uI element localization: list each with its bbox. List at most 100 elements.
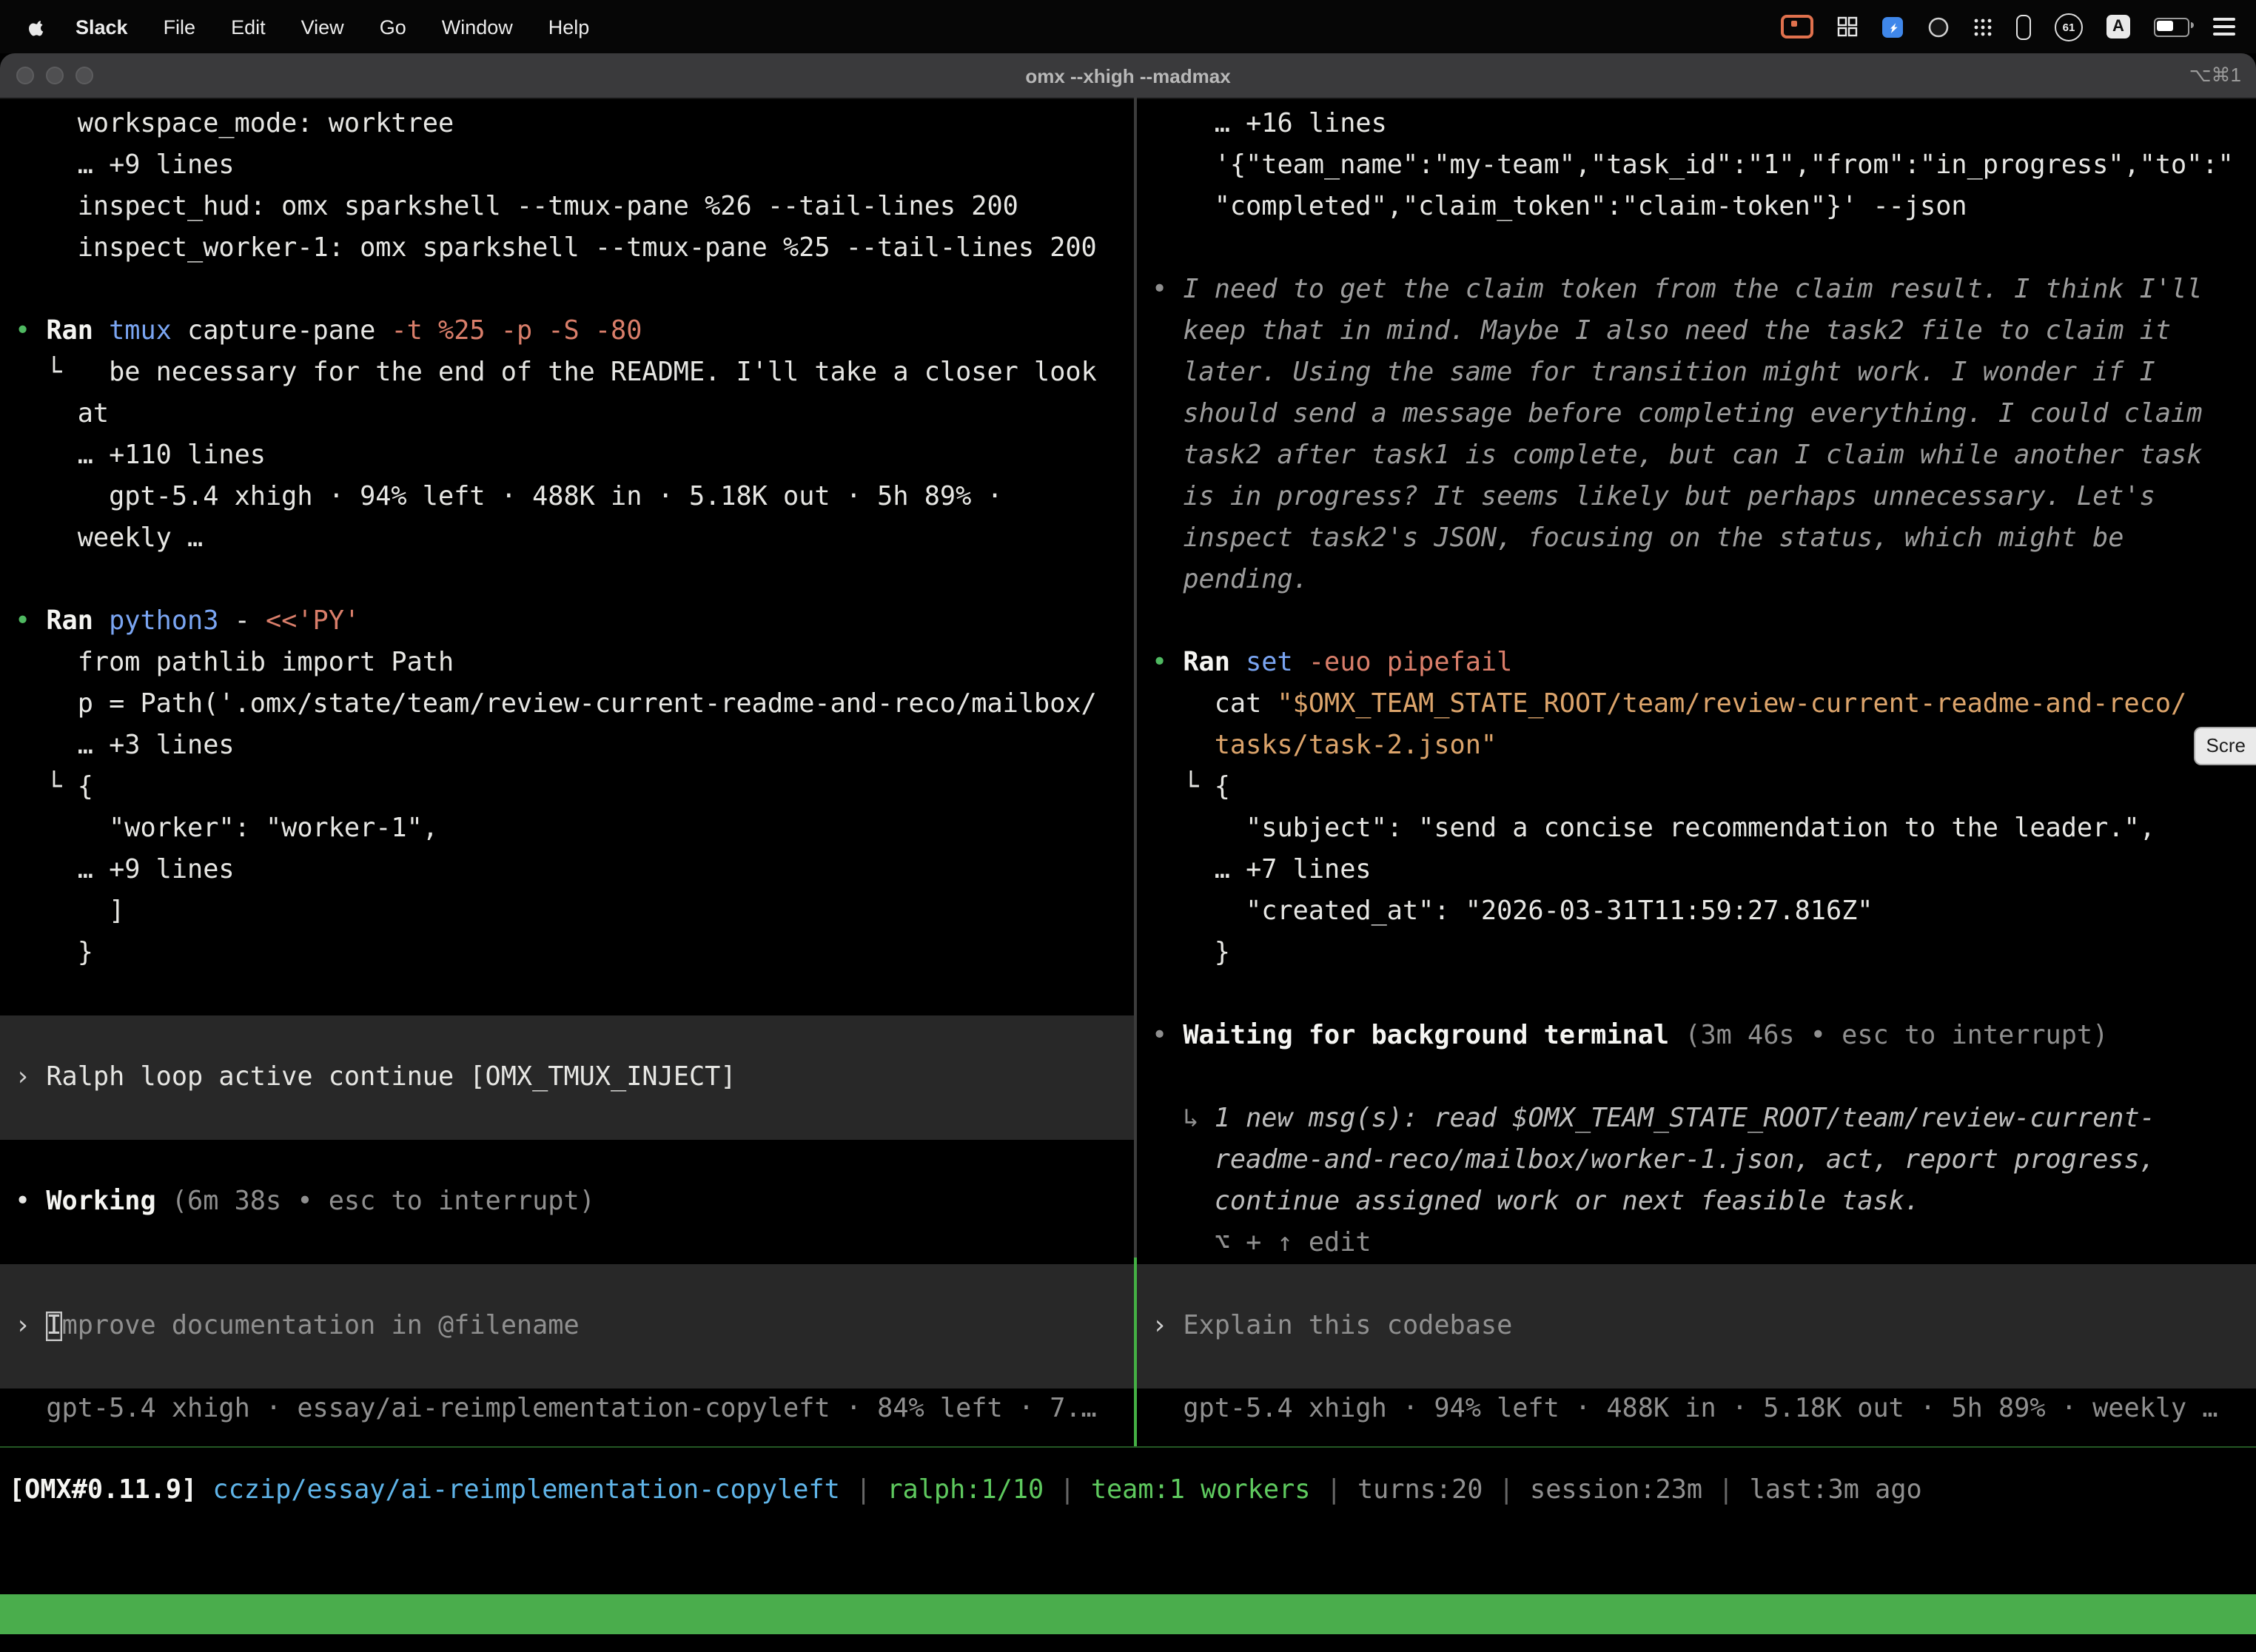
- text-segment: "completed","claim_token":"claim-token"}…: [1152, 192, 1967, 222]
- text-segment: readme-and-reco/mailbox/worker-1.json, a…: [1215, 1146, 2155, 1175]
- text-segment: [OMX#0.11.9]: [9, 1476, 212, 1505]
- terminal-line: workspace_mode: worktree: [0, 104, 1134, 145]
- text-segment: … +7 lines: [1152, 856, 1372, 885]
- input-source-label: A: [2112, 18, 2124, 36]
- menu-lines-icon[interactable]: [2213, 19, 2235, 36]
- terminal-line: readme-and-reco/mailbox/worker-1.json, a…: [1137, 1140, 2256, 1181]
- terminal-line: … +7 lines: [1137, 850, 2256, 891]
- window-grid-icon[interactable]: [1837, 16, 1858, 37]
- text-segment: tmux: [109, 317, 187, 346]
- terminal-blank-line: [0, 269, 1134, 311]
- tmux-pane-left[interactable]: workspace_mode: worktree … +9 lines insp…: [0, 98, 1134, 1446]
- text-segment: … +9 lines: [15, 151, 235, 181]
- apple-menu[interactable]: [24, 16, 58, 38]
- zoom-button[interactable]: [75, 67, 93, 84]
- text-segment: tasks/task-2.json": [1215, 731, 1497, 761]
- text-segment: … +9 lines: [15, 856, 235, 885]
- text-segment: weekly …: [15, 524, 203, 554]
- menu-help[interactable]: Help: [531, 16, 608, 38]
- terminal-line: … +16 lines: [1137, 104, 2256, 145]
- terminal-blank-line: [0, 560, 1134, 601]
- text-segment: Ran: [46, 607, 109, 637]
- text-segment: Ralph loop active continue [OMX_TMUX_INJ…: [46, 1063, 736, 1092]
- text-segment: └ {: [1152, 773, 1230, 802]
- terminal-line: └ {: [1137, 767, 2256, 808]
- text-segment: I: [46, 1312, 61, 1341]
- tmux-status-bar: [omx-cczip0:bash* "MacBook-Pro-44.local"…: [0, 1594, 2256, 1634]
- text-segment: be necessary for the end of the README. …: [109, 358, 1097, 388]
- text-segment: "worker": "worker-1",: [15, 814, 438, 844]
- terminal-line: "subject": "send a concise recommendatio…: [1137, 808, 2256, 850]
- battery-icon[interactable]: [2154, 17, 2189, 36]
- text-segment: •: [15, 317, 46, 346]
- text-segment: … +16 lines: [1152, 110, 1387, 139]
- text-segment: |: [1702, 1476, 1750, 1505]
- terminal-line: later. Using the same for transition mig…: [1137, 352, 2256, 394]
- terminal-blank-line: [0, 1223, 1134, 1264]
- close-button[interactable]: [16, 67, 34, 84]
- terminal-line: ⌥ + ↑ edit: [1137, 1223, 2256, 1264]
- dark-circle-icon[interactable]: [1927, 16, 1950, 38]
- text-segment: inspect_worker-1: omx sparkshell --tmux-…: [15, 234, 1097, 263]
- terminal-line: … +9 lines: [0, 145, 1134, 187]
- text-segment: … +3 lines: [15, 731, 235, 761]
- terminal-line: … +3 lines: [0, 725, 1134, 767]
- text-segment: |: [1310, 1476, 1357, 1505]
- text-segment: |: [840, 1476, 887, 1505]
- terminal-line: gpt-5.4 xhigh · 94% left · 488K in · 5.1…: [1137, 1389, 2256, 1430]
- text-segment: p = Path('.omx/state/team/review-current…: [15, 690, 1097, 719]
- menu-go[interactable]: Go: [362, 16, 424, 38]
- terminal-line: … +9 lines: [0, 850, 1134, 891]
- text-segment: task2 after task1 is complete, but can I…: [1152, 441, 2202, 471]
- compose-input[interactable]: › Improve documentation in @filename: [0, 1264, 1134, 1389]
- terminal-line: └ {: [0, 767, 1134, 808]
- explain-input[interactable]: › Explain this codebase: [1137, 1264, 2256, 1389]
- text-segment: from pathlib import Path: [15, 648, 454, 678]
- text-segment: •: [15, 1187, 46, 1217]
- window-title: omx --xhigh --madmax: [0, 64, 2256, 87]
- text-segment: |: [1044, 1476, 1091, 1505]
- dots-grid-icon[interactable]: [1973, 17, 1993, 36]
- text-segment: <<'PY': [266, 607, 360, 637]
- device-pill-icon[interactable]: [2016, 14, 2031, 39]
- minimize-button[interactable]: [46, 67, 64, 84]
- text-segment: |: [1483, 1476, 1530, 1505]
- tmux-pane-right[interactable]: … +16 lines '{"team_name":"my-team","tas…: [1137, 98, 2256, 1446]
- screen-recording-indicator-icon[interactable]: [1781, 15, 1813, 38]
- text-segment: [1152, 1146, 1215, 1175]
- gauge-value: 61: [2063, 20, 2075, 33]
- text-segment: └ {: [15, 773, 93, 802]
- terminal-line: keep that in mind. Maybe I also need the…: [1137, 311, 2256, 352]
- terminal-line: continue assigned work or next feasible …: [1137, 1181, 2256, 1223]
- text-segment: -: [235, 607, 266, 637]
- terminal-line: is in progress? It seems likely but perh…: [1137, 477, 2256, 518]
- text-segment: }: [1152, 939, 1230, 968]
- terminal-line: pending.: [1137, 560, 2256, 601]
- text-segment: •: [1152, 648, 1183, 678]
- terminal-line: cat "$OMX_TEAM_STATE_ROOT/team/review-cu…: [1137, 684, 2256, 725]
- text-segment: •: [15, 607, 46, 637]
- gauge-icon[interactable]: 61: [2055, 13, 2083, 41]
- window-titlebar[interactable]: omx --xhigh --madmax ⌥⌘1: [0, 53, 2256, 99]
- menu-file[interactable]: File: [146, 16, 214, 38]
- terminal-line: • Ran python3 - <<'PY': [0, 601, 1134, 642]
- input-source-icon[interactable]: A: [2106, 15, 2130, 38]
- text-segment: 1 new msg(s): read $OMX_TEAM_STATE_ROOT/…: [1215, 1104, 2155, 1134]
- text-segment: (3m 46s • esc to interrupt): [1685, 1021, 2108, 1051]
- text-segment: "subject": "send a concise recommendatio…: [1152, 814, 2155, 844]
- text-segment: … +110 lines: [15, 441, 266, 471]
- menu-bar-status-icons: 61 A: [1781, 13, 2256, 41]
- menu-edit[interactable]: Edit: [213, 16, 283, 38]
- ralph-loop-input[interactable]: › Ralph loop active continue [OMX_TMUX_I…: [0, 1015, 1134, 1140]
- text-segment: gpt-5.4 xhigh · 94% left · 488K in · 5.1…: [15, 483, 1003, 512]
- menu-view[interactable]: View: [283, 16, 362, 38]
- terminal-line: • Working (6m 38s • esc to interrupt): [0, 1181, 1134, 1223]
- text-segment: mprove documentation in @filename: [62, 1312, 580, 1341]
- text-segment: '{"team_name":"my-team","task_id":"1","f…: [1152, 151, 2234, 181]
- blue-app-icon[interactable]: [1881, 16, 1904, 38]
- menu-window[interactable]: Window: [424, 16, 531, 38]
- tmux-panes: workspace_mode: worktree … +9 lines insp…: [0, 98, 2256, 1448]
- app-menu-slack[interactable]: Slack: [58, 16, 146, 38]
- text-segment: Working: [46, 1187, 172, 1217]
- terminal-line: └ be necessary for the end of the README…: [0, 352, 1134, 394]
